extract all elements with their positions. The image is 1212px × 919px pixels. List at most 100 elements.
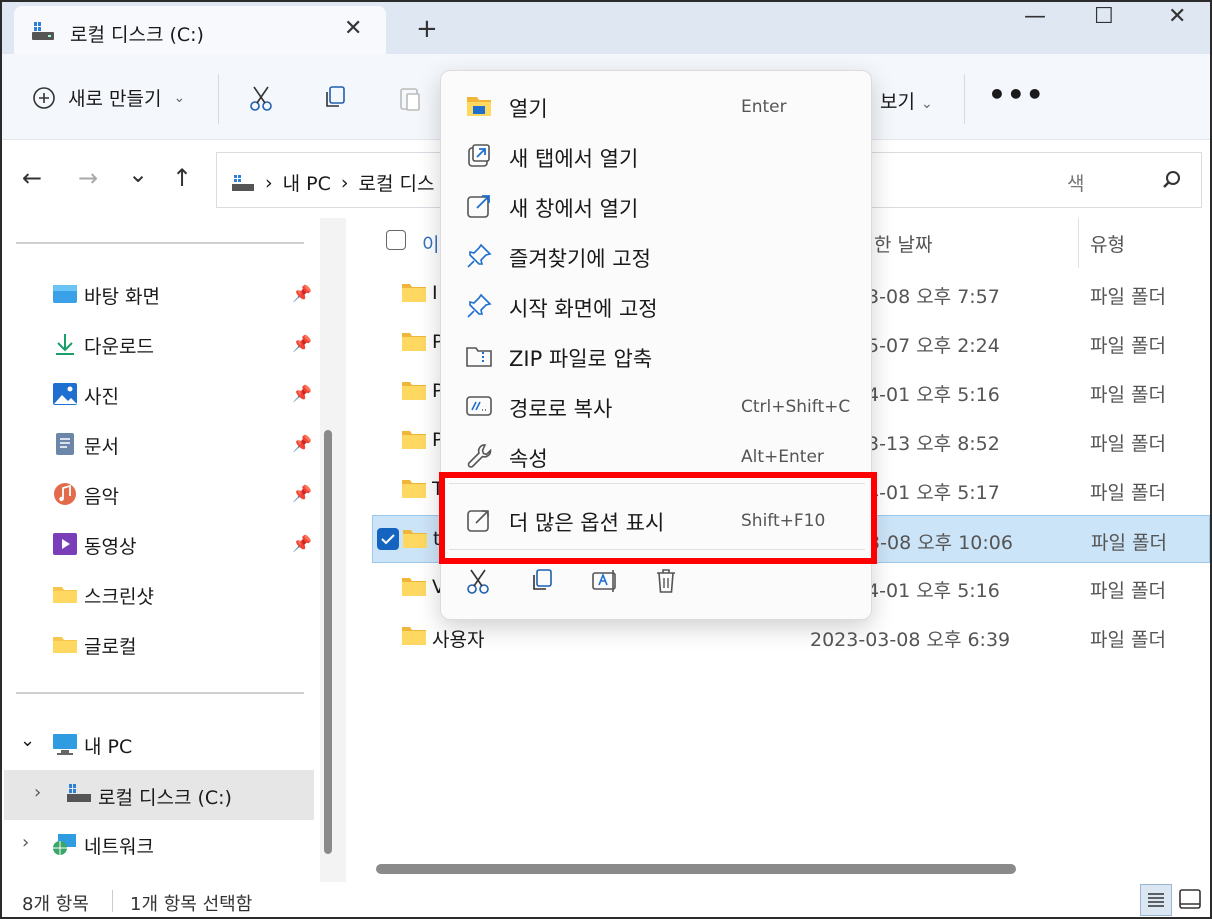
menu-item-open-new-tab[interactable]: 새 탭에서 열기 xyxy=(441,129,873,179)
sidebar-item-label: 사진 xyxy=(84,386,119,408)
cut-icon[interactable] xyxy=(465,567,491,595)
menu-item-label: 새 창에서 열기 xyxy=(509,197,639,221)
sidebar-divider xyxy=(16,692,304,694)
search-icon[interactable] xyxy=(1161,169,1183,191)
menu-item-copy-path[interactable]: 경로로 복사 Ctrl+Shift+C xyxy=(441,379,873,429)
selected-count: 1개 항목 선택함 xyxy=(130,894,253,915)
recent-locations-button[interactable]: ⌄ xyxy=(128,160,148,188)
folder-icon xyxy=(402,578,426,596)
folder-icon xyxy=(53,587,77,603)
maximize-button[interactable]: ☐ xyxy=(1094,4,1114,29)
folder-icon xyxy=(402,431,426,449)
sidebar-item-desktop[interactable]: 바탕 화면 📌 xyxy=(2,270,314,318)
zip-icon xyxy=(466,347,492,367)
new-tab-button[interactable]: + xyxy=(416,14,438,44)
menu-item-label: 새 탭에서 열기 xyxy=(509,147,639,171)
file-type: 파일 폴더 xyxy=(1090,580,1166,602)
breadcrumb-local-disk[interactable]: 로컬 디스 xyxy=(358,169,434,196)
chevron-right-icon: › xyxy=(22,832,30,853)
table-row[interactable]: 사용자 2023-03-08 오후 6:39 파일 폴더 xyxy=(372,613,1210,661)
select-all-checkbox[interactable] xyxy=(386,230,406,250)
forward-button[interactable]: → xyxy=(78,164,98,192)
sidebar-item-label: 내 PC xyxy=(84,736,133,758)
column-header-date[interactable]: 한 날짜 xyxy=(874,230,932,257)
menu-item-pin-start[interactable]: 시작 화면에 고정 xyxy=(441,279,873,329)
sidebar-item-screenshots[interactable]: 스크린샷 xyxy=(2,570,314,618)
network-icon xyxy=(53,834,76,855)
checkmark-icon xyxy=(381,534,395,545)
chevron-down-icon: ⌄ xyxy=(20,730,36,751)
pin-icon xyxy=(467,293,492,318)
wrench-icon xyxy=(467,444,492,468)
file-type: 파일 폴더 xyxy=(1090,433,1166,455)
sidebar-item-local-disk[interactable]: › 로컬 디스크 (C:) xyxy=(4,770,314,820)
sidebar-scrollbar-thumb[interactable] xyxy=(324,430,332,854)
tab-close-icon[interactable]: ✕ xyxy=(344,16,362,41)
pin-icon: 📌 xyxy=(292,484,312,503)
toolbar-divider xyxy=(964,74,965,124)
cut-icon[interactable] xyxy=(248,84,274,112)
menu-item-shortcut: Enter xyxy=(741,97,787,117)
menu-item-pin-quick-access[interactable]: 즐겨찾기에 고정 xyxy=(441,229,873,279)
column-header-type[interactable]: 유형 xyxy=(1090,230,1125,257)
sidebar-item-music[interactable]: 음악 📌 xyxy=(2,470,314,518)
chevron-right-icon: › xyxy=(34,782,42,803)
documents-icon xyxy=(56,433,74,455)
copy-icon[interactable] xyxy=(529,567,555,595)
list-view-icon xyxy=(1148,893,1164,907)
menu-item-open[interactable]: 열기 Enter xyxy=(441,79,873,129)
sidebar-item-videos[interactable]: 동영상 📌 xyxy=(2,520,314,568)
sidebar-item-this-pc[interactable]: ⌄ 내 PC xyxy=(2,720,314,768)
file-type: 파일 폴더 xyxy=(1090,286,1166,308)
menu-item-shortcut: Alt+Enter xyxy=(741,447,824,467)
column-header-name[interactable]: 이 xyxy=(422,230,439,257)
chevron-down-icon: ⌄ xyxy=(921,96,933,112)
drive-icon xyxy=(67,784,91,802)
tab-local-disk[interactable]: 로컬 디스크 (C:) ✕ xyxy=(14,6,386,54)
minimize-button[interactable]: — xyxy=(1024,4,1046,29)
paste-icon[interactable] xyxy=(398,84,424,112)
column-divider[interactable] xyxy=(1078,218,1079,268)
sidebar-item-label: 로컬 디스크 (C:) xyxy=(98,787,232,809)
menu-item-compress-zip[interactable]: ZIP 파일로 압축 xyxy=(441,329,873,379)
pin-icon: 📌 xyxy=(292,284,312,303)
close-window-button[interactable]: ✕ xyxy=(1168,4,1186,29)
new-button-label: 새로 만들기 xyxy=(68,88,162,110)
sidebar-item-documents[interactable]: 문서 📌 xyxy=(2,420,314,468)
sidebar-item-downloads[interactable]: 다운로드 📌 xyxy=(2,320,314,368)
folder-icon xyxy=(402,627,426,645)
menu-item-open-new-window[interactable]: 새 창에서 열기 xyxy=(441,179,873,229)
up-button[interactable]: ↑ xyxy=(172,164,192,192)
row-checkbox[interactable] xyxy=(377,528,399,550)
details-view-button[interactable] xyxy=(1140,884,1172,916)
plus-circle-icon xyxy=(33,86,55,109)
pin-icon: 📌 xyxy=(292,534,312,553)
more-options-button[interactable]: ••• xyxy=(988,78,1045,111)
view-dropdown[interactable]: 보기 ⌄ xyxy=(880,87,933,114)
menu-item-label: 시작 화면에 고정 xyxy=(509,297,658,321)
trash-icon[interactable] xyxy=(653,567,679,595)
menu-item-label: 즐겨찾기에 고정 xyxy=(509,247,651,271)
sidebar-item-network[interactable]: › 네트워크 xyxy=(2,820,314,868)
file-type: 파일 폴더 xyxy=(1091,532,1167,554)
breadcrumb-separator: › xyxy=(265,171,273,194)
horizontal-scrollbar[interactable] xyxy=(376,864,1016,874)
pin-icon: 📌 xyxy=(292,384,312,403)
sidebar-item-pictures[interactable]: 사진 📌 xyxy=(2,370,314,418)
open-folder-icon xyxy=(467,97,491,116)
tiles-view-icon[interactable] xyxy=(1178,888,1202,912)
copy-icon[interactable] xyxy=(322,84,348,112)
toolbar-divider xyxy=(218,74,219,124)
breadcrumb-this-pc[interactable]: 내 PC xyxy=(283,169,331,196)
pin-icon: 📌 xyxy=(292,334,312,353)
sidebar-divider xyxy=(16,242,304,244)
back-button[interactable]: ← xyxy=(22,164,42,192)
rename-icon[interactable] xyxy=(591,567,619,595)
new-button[interactable]: 새로 만들기 ⌄ xyxy=(32,84,185,111)
search-input[interactable]: 색 xyxy=(1067,169,1084,196)
view-label: 보기 xyxy=(880,91,915,113)
sidebar-item-glocal[interactable]: 글로컬 xyxy=(2,620,314,668)
copy-path-icon xyxy=(466,396,492,416)
status-divider xyxy=(112,890,113,912)
sidebar-item-label: 다운로드 xyxy=(84,336,154,358)
